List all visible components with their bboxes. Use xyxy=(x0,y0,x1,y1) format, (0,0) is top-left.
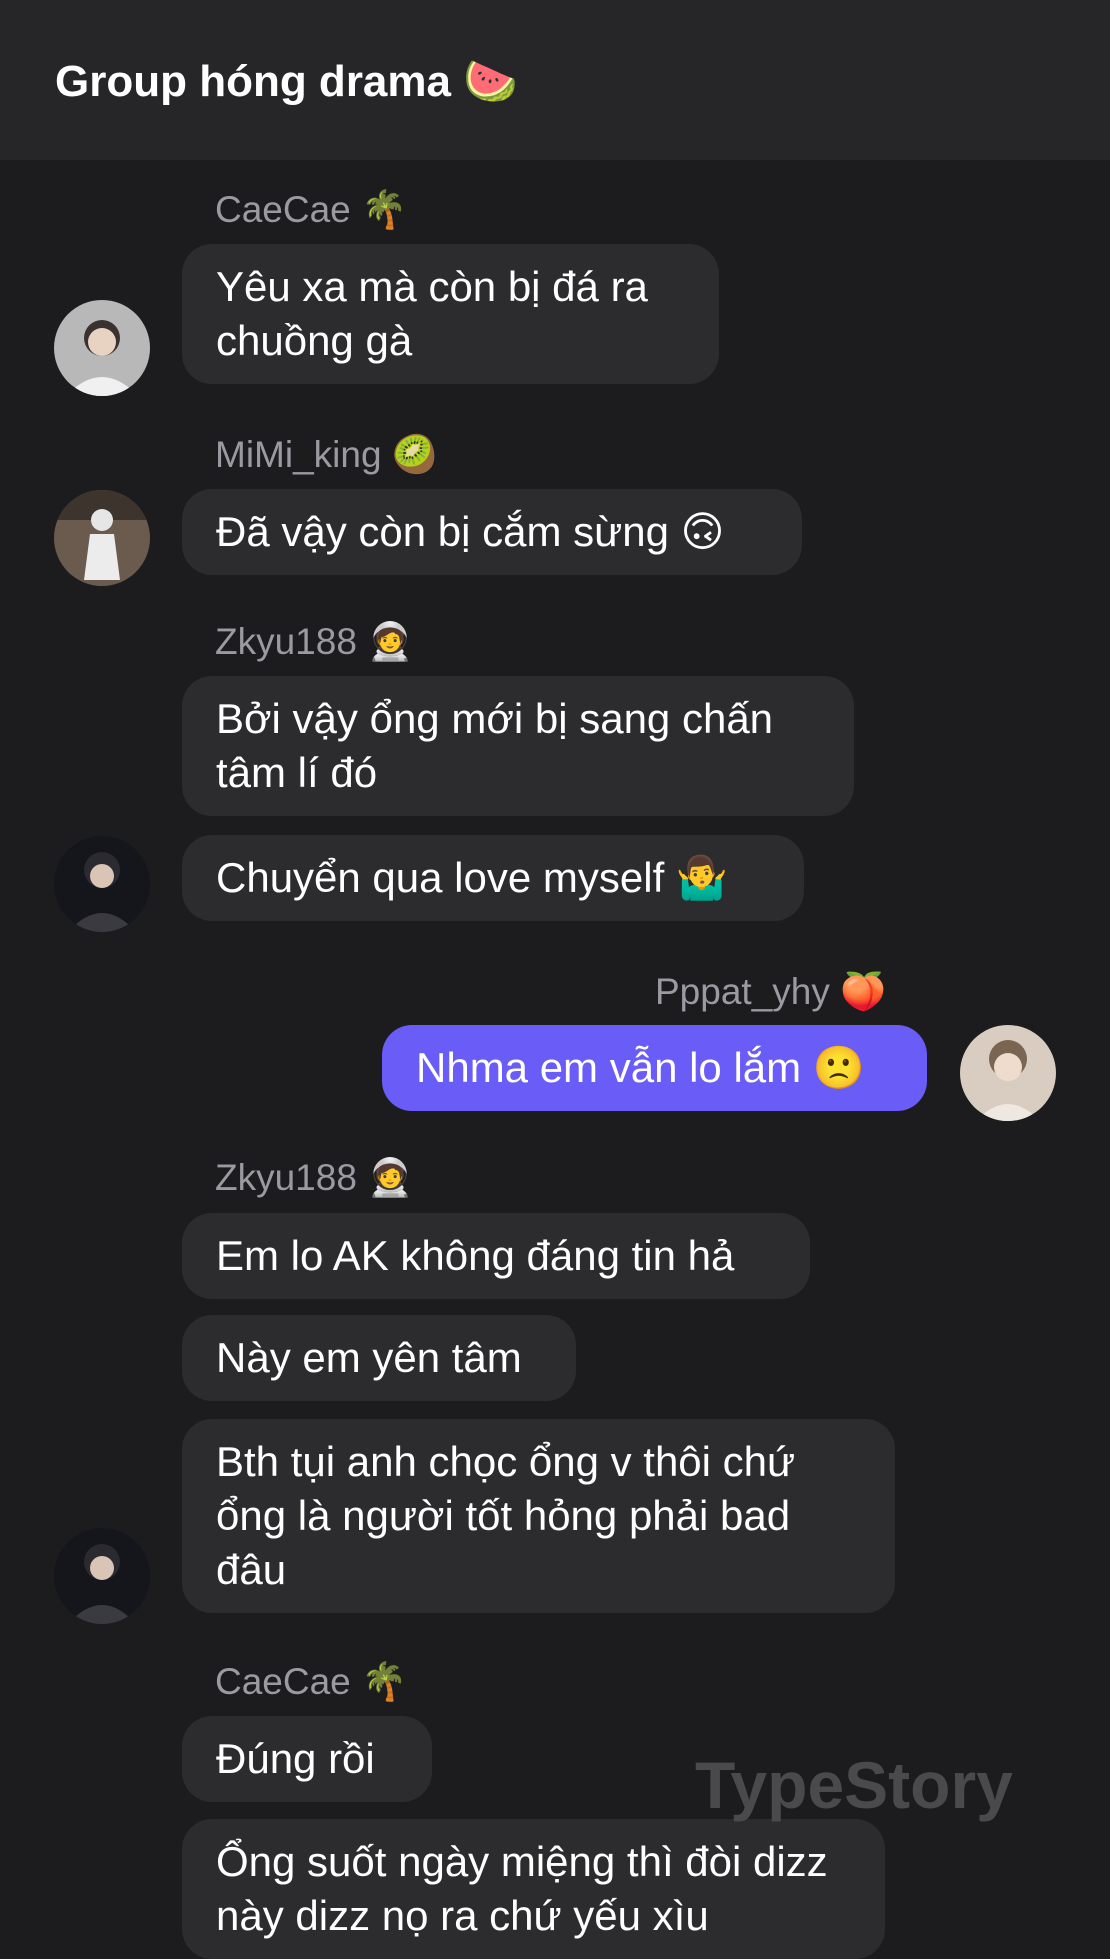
avatar[interactable] xyxy=(54,836,150,932)
avatar[interactable] xyxy=(54,300,150,396)
my-message-bubble[interactable]: Nhma em vẫn lo lắm 🙁 xyxy=(382,1025,927,1111)
message-bubble[interactable]: Đã vậy còn bị cắm sừng 🙃 xyxy=(182,489,802,575)
avatar[interactable] xyxy=(960,1025,1056,1121)
message-bubble[interactable]: Ổng suốt ngày miệng thì đòi dizz này diz… xyxy=(182,1819,885,1959)
message-bubble[interactable]: Bth tụi anh chọc ổng v thôi chứ ổng là n… xyxy=(182,1419,895,1613)
message-bubble[interactable]: Yêu xa mà còn bị đá ra chuồng gà xyxy=(182,244,719,384)
message-bubble[interactable]: Bởi vậy ổng mới bị sang chấn tâm lí đó xyxy=(182,676,854,816)
chat-header: Group hóng drama 🍉 xyxy=(0,0,1110,160)
watermark: TypeStory xyxy=(695,1748,1013,1822)
sender-name: Zkyu188 🧑‍🚀 xyxy=(215,621,414,662)
sender-name: CaeCae 🌴 xyxy=(215,1661,408,1702)
message-bubble[interactable]: Chuyển qua love myself 🤷‍♂️ xyxy=(182,835,804,921)
sender-name: Zkyu188 🧑‍🚀 xyxy=(215,1157,414,1198)
sender-name: Pppat_yhy 🍑 xyxy=(655,971,887,1012)
avatar[interactable] xyxy=(54,490,150,586)
group-title: Group hóng drama 🍉 xyxy=(55,57,519,106)
message-bubble[interactable]: Em lo AK không đáng tin hả xyxy=(182,1213,810,1299)
message-bubble[interactable]: Này em yên tâm xyxy=(182,1315,576,1401)
sender-name: CaeCae 🌴 xyxy=(215,189,408,230)
avatar[interactable] xyxy=(54,1528,150,1624)
message-bubble[interactable]: Đúng rồi xyxy=(182,1716,432,1802)
sender-name: MiMi_king 🥝 xyxy=(215,434,438,475)
